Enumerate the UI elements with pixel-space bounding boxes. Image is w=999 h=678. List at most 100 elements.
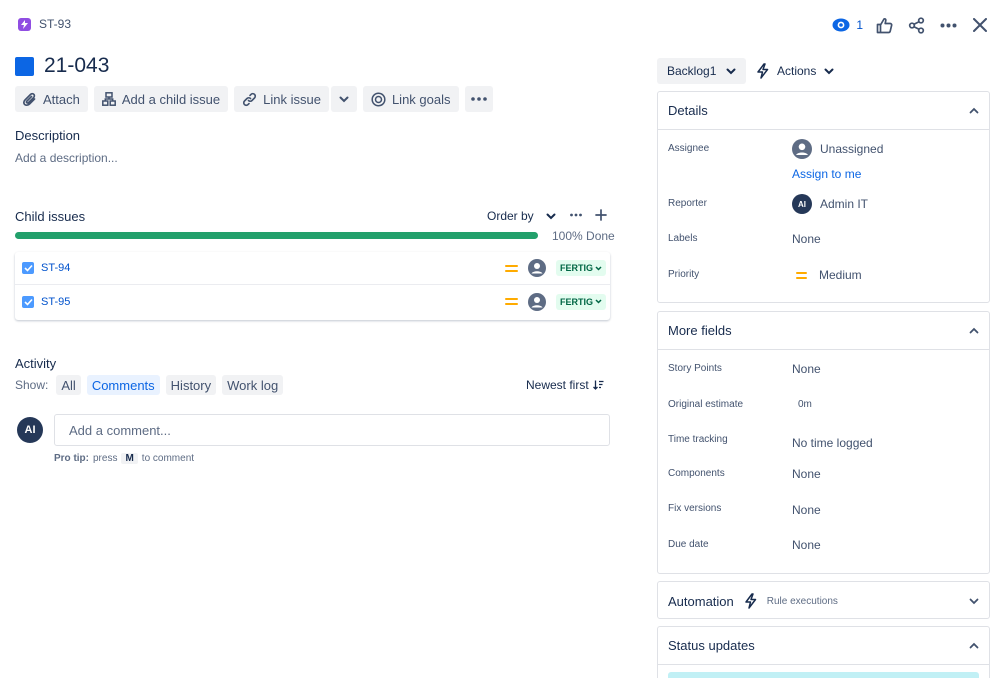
close-icon[interactable]: [969, 14, 991, 36]
due-date-value[interactable]: None: [792, 538, 821, 552]
automation-subtitle: Rule executions: [766, 595, 838, 607]
unassigned-avatar-icon[interactable]: [528, 292, 546, 311]
time-tracking-value[interactable]: No time logged: [792, 436, 873, 450]
details-panel: Details Assignee Unassigned Assign to me…: [657, 91, 990, 303]
tab-comments[interactable]: Comments: [86, 375, 160, 395]
description-placeholder[interactable]: Add a description...: [15, 151, 118, 165]
tab-work-log[interactable]: Work log: [222, 375, 284, 395]
assignee-text: Unassigned: [820, 142, 884, 156]
chevron-up-icon: [969, 327, 979, 334]
status-updates-header[interactable]: Status updates: [658, 627, 989, 665]
link-issue-dropdown[interactable]: [330, 86, 357, 112]
priority-text: Medium: [819, 268, 862, 282]
labels-label: Labels: [668, 233, 698, 244]
unassigned-avatar-icon[interactable]: [528, 259, 546, 277]
paperclip-icon: [23, 92, 37, 107]
more-fields-title: More fields: [668, 323, 732, 338]
toolbar-more-button[interactable]: [464, 86, 493, 112]
original-estimate-label: Original estimate: [668, 399, 744, 410]
tab-history[interactable]: History: [165, 375, 217, 395]
issue-title[interactable]: 21-043: [44, 54, 109, 78]
priority-medium-icon: [505, 264, 518, 273]
order-by-label: Order by: [487, 209, 534, 223]
issue-type-icon[interactable]: [15, 56, 34, 76]
watch-button[interactable]: 1: [832, 18, 863, 32]
chevron-up-icon: [969, 107, 979, 114]
pro-tip-key: M: [121, 453, 138, 464]
assignee-label: Assignee: [668, 143, 710, 154]
more-fields-header[interactable]: More fields: [658, 312, 989, 350]
unassigned-avatar-icon: [792, 139, 812, 159]
chevron-up-icon: [969, 642, 979, 649]
chevron-down-icon: [726, 68, 736, 74]
components-value[interactable]: None: [792, 467, 821, 481]
status-updates-title: Status updates: [668, 638, 755, 653]
link-goals-button[interactable]: Link goals: [362, 86, 459, 112]
progress-track: [15, 232, 538, 239]
breadcrumb[interactable]: ST-93: [18, 17, 71, 31]
more-icon[interactable]: [937, 14, 959, 36]
status-label: FERTIG: [560, 263, 593, 273]
child-issue-key[interactable]: ST-95: [41, 296, 70, 308]
chevron-down-icon: [595, 299, 602, 304]
pro-tip-bold: Pro tip:: [54, 453, 89, 464]
child-issues-list: ST-94 FERTIG ST-95 FERTIG: [15, 252, 610, 320]
status-badge[interactable]: FERTIG: [556, 293, 606, 310]
priority-label: Priority: [668, 269, 700, 280]
details-header[interactable]: Details: [658, 92, 989, 130]
automation-title-group: Automation Rule executions: [668, 593, 838, 609]
status-dropdown-button[interactable]: Backlog1: [657, 58, 747, 84]
share-icon[interactable]: [905, 14, 927, 36]
tab-all[interactable]: All: [56, 375, 81, 395]
status-badge[interactable]: FERTIG: [556, 260, 606, 276]
pro-tip: Pro tip: press M to comment: [54, 453, 194, 464]
chevron-down-icon: [824, 68, 834, 74]
labels-value[interactable]: None: [792, 232, 821, 246]
attach-label: Attach: [43, 91, 80, 107]
show-label: Show:: [15, 378, 49, 392]
chevron-down-icon: [595, 265, 602, 271]
child-issues-more-icon[interactable]: [570, 213, 582, 217]
attach-button[interactable]: Attach: [15, 86, 88, 112]
child-issue-row[interactable]: ST-95 FERTIG: [15, 285, 610, 318]
issue-toolbar: Attach Add a child issue Link issue Link…: [15, 86, 493, 112]
assignee-value[interactable]: Unassigned: [792, 139, 883, 159]
components-label: Components: [668, 468, 725, 479]
reporter-avatar: AI: [792, 194, 812, 214]
child-issue-key[interactable]: ST-94: [41, 262, 70, 274]
activity-filter-tabs: Show: All Comments History Work log: [15, 375, 284, 395]
lightning-icon: [745, 593, 757, 609]
fix-versions-label: Fix versions: [668, 503, 722, 514]
fix-versions-value[interactable]: None: [792, 503, 821, 517]
chevron-down-icon: [546, 213, 556, 220]
thumbs-up-icon[interactable]: [873, 14, 895, 36]
description-heading: Description: [15, 128, 81, 143]
reporter-value[interactable]: AI Admin IT: [792, 194, 868, 214]
story-points-value[interactable]: None: [792, 362, 821, 376]
add-child-issue-button[interactable]: Add a child issue: [93, 86, 229, 112]
priority-value[interactable]: Medium: [792, 268, 862, 282]
assign-to-me-link[interactable]: Assign to me: [792, 167, 861, 181]
details-title: Details: [668, 103, 708, 118]
automation-header[interactable]: Automation Rule executions: [658, 582, 989, 620]
reporter-text: Admin IT: [820, 197, 869, 211]
order-by-button[interactable]: Order by: [487, 209, 556, 223]
chevron-down-icon: [969, 598, 979, 604]
add-child-icon[interactable]: [595, 209, 607, 221]
link-icon: [242, 92, 257, 107]
breadcrumb-issue-key[interactable]: ST-93: [39, 17, 71, 31]
comment-input[interactable]: Add a comment...: [54, 414, 610, 446]
link-goals-label: Link goals: [391, 91, 451, 107]
sort-button[interactable]: Newest first: [526, 378, 604, 392]
more-icon: [470, 97, 487, 101]
progress-text: 100% Done: [552, 229, 615, 243]
child-issue-row[interactable]: ST-94 FERTIG: [15, 252, 610, 285]
original-estimate-value[interactable]: 0m: [798, 399, 812, 410]
actions-button[interactable]: Actions: [756, 63, 834, 79]
add-child-issue-label: Add a child issue: [121, 91, 221, 107]
user-avatar[interactable]: AI: [17, 417, 43, 443]
epic-icon: [18, 17, 31, 31]
activity-heading: Activity: [15, 356, 57, 371]
link-issue-button[interactable]: Link issue: [234, 86, 329, 112]
chevron-down-icon: [339, 96, 349, 103]
